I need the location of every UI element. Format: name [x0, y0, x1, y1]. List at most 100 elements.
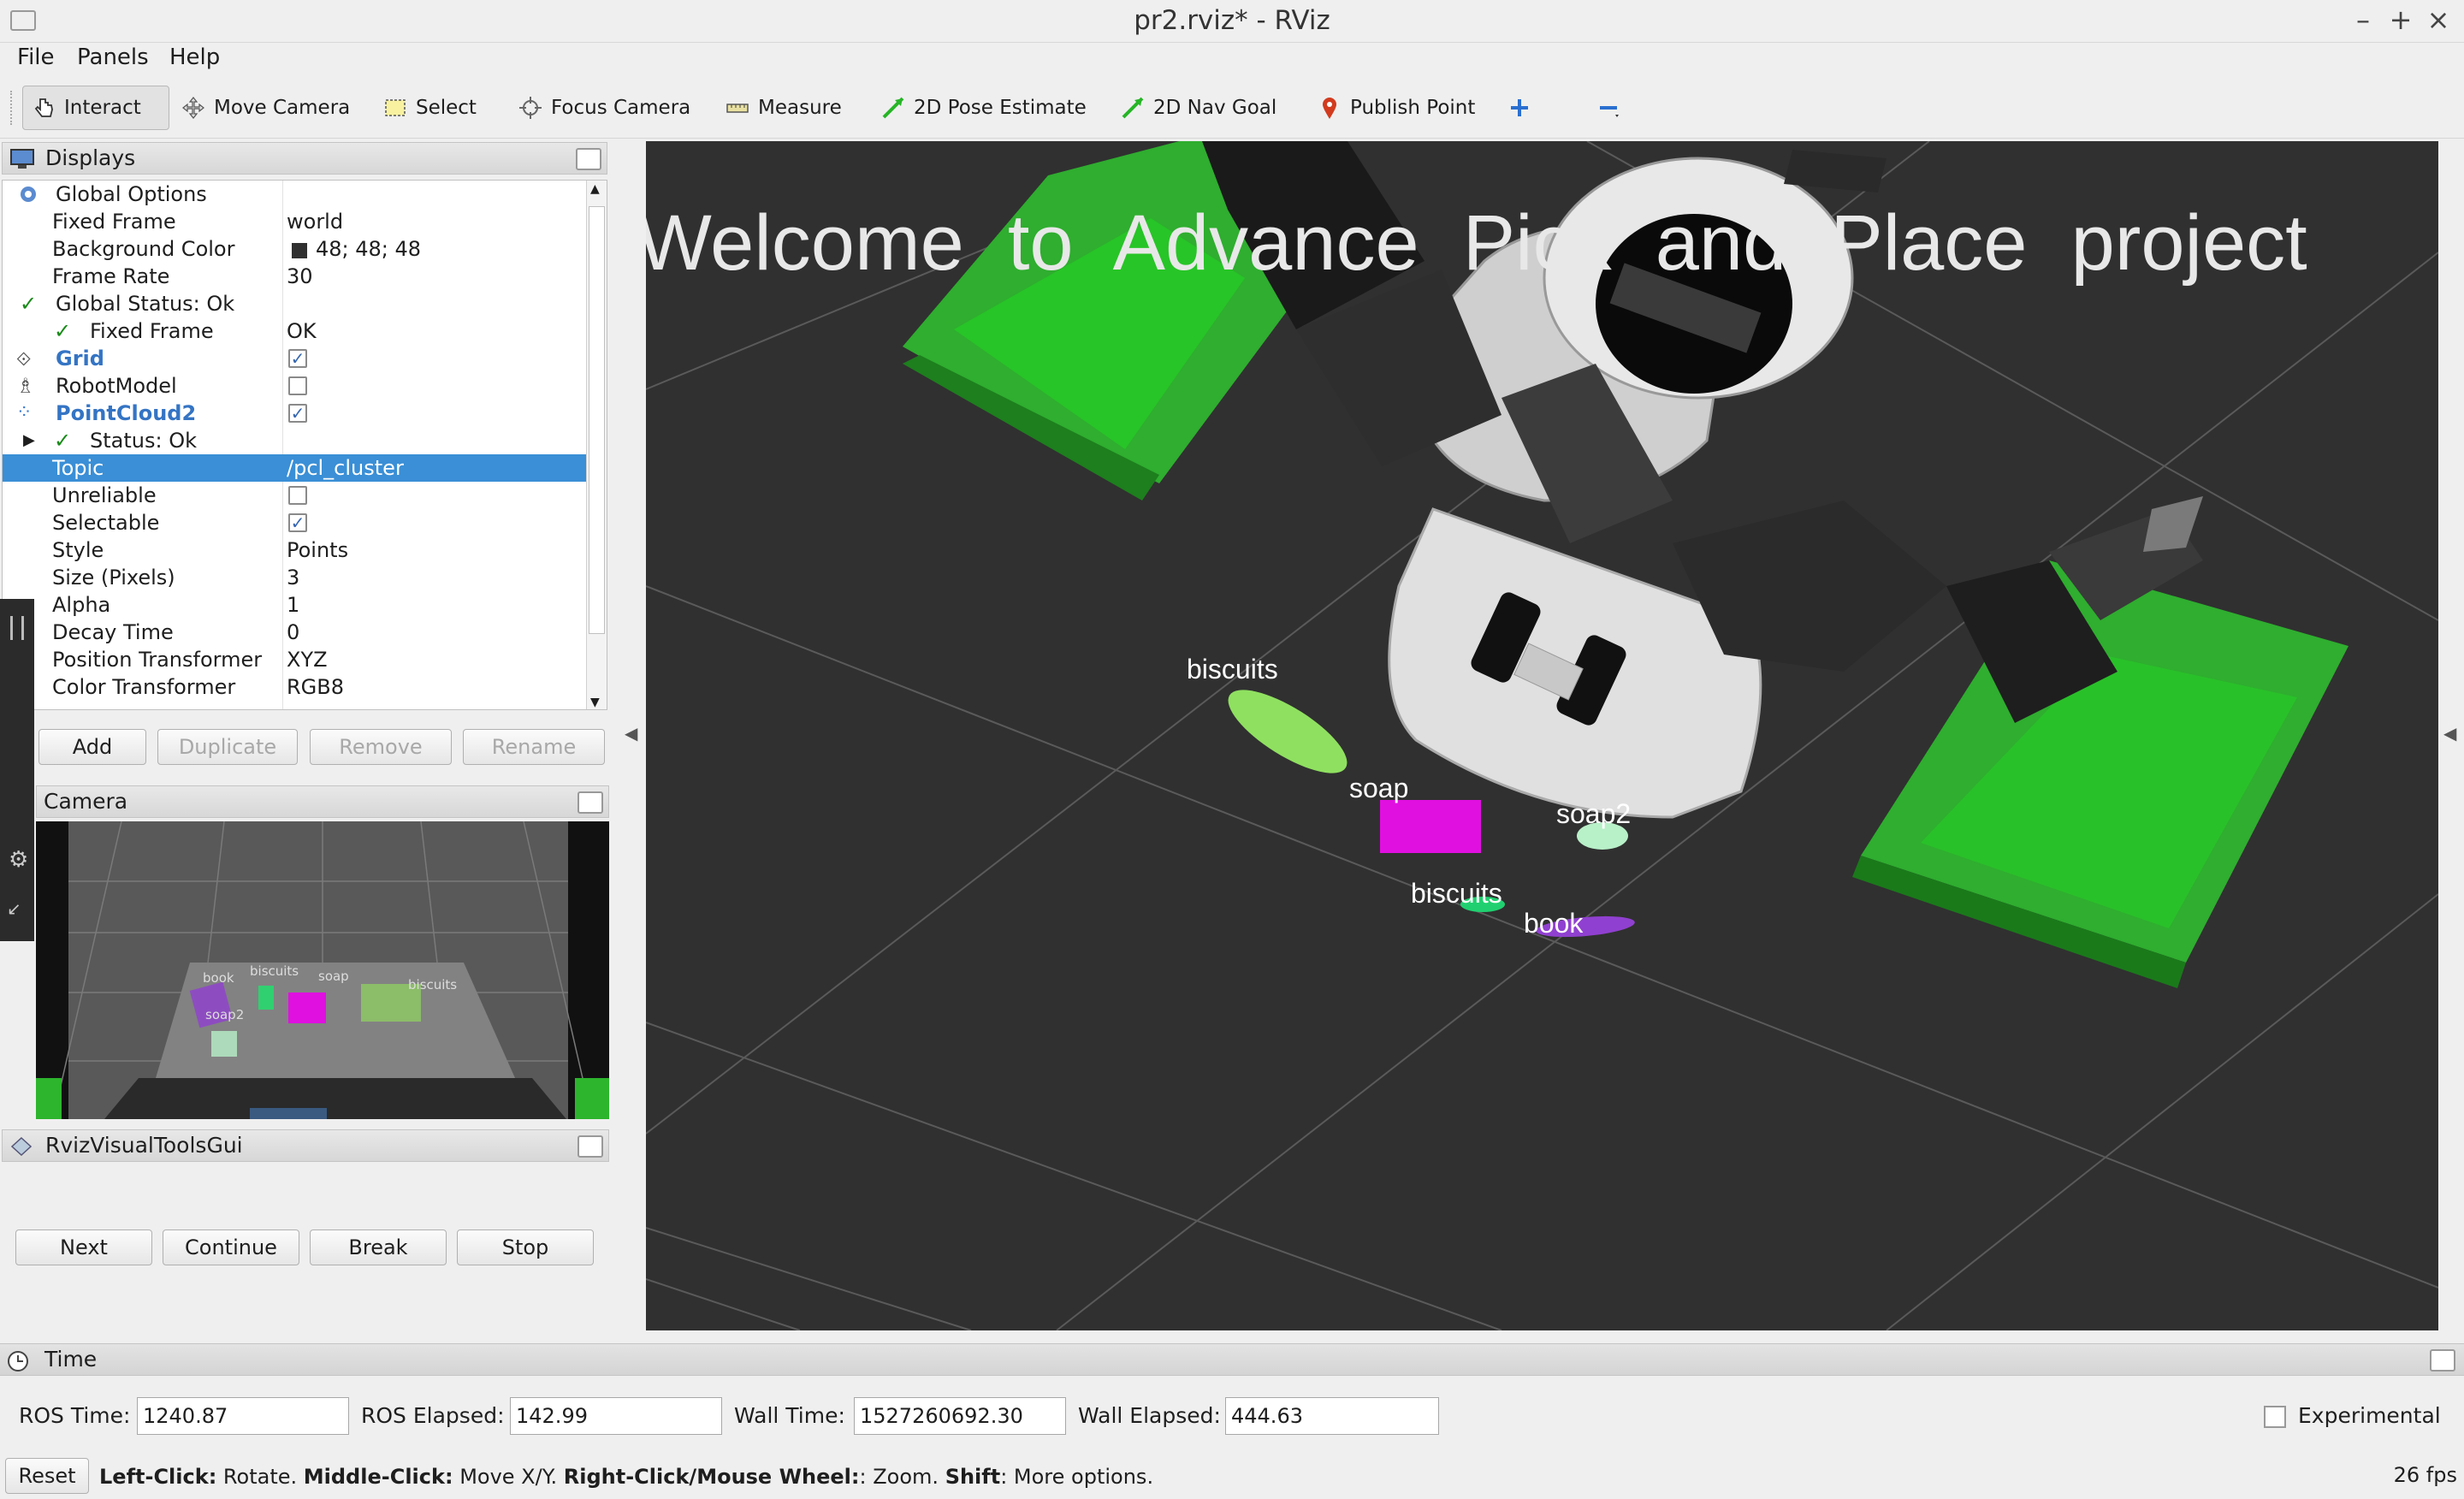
tree-row-color-transformer[interactable]: Color Transformer RGB8 — [3, 673, 586, 701]
row-value: 0 — [287, 620, 300, 644]
robotmodel-enabled-checkbox[interactable] — [288, 376, 307, 395]
tree-row-fixed-frame-status[interactable]: ✓ Fixed Frame OK — [3, 317, 586, 345]
grid-enabled-checkbox[interactable]: ✓ — [288, 349, 307, 368]
minimize-icon[interactable]: – — [2346, 3, 2380, 36]
row-key: Grid — [56, 347, 104, 370]
scrollbar-thumb[interactable] — [589, 206, 605, 634]
remove-display-button[interactable]: Remove — [310, 729, 452, 765]
rename-display-button[interactable]: Rename — [463, 729, 605, 765]
strip-handle-icon[interactable] — [10, 616, 24, 640]
ros-time-field[interactable]: 1240.87 — [137, 1397, 349, 1435]
tree-row-unreliable[interactable]: Unreliable — [3, 482, 586, 509]
tree-row-fixed-frame[interactable]: Fixed Frame world — [3, 208, 586, 235]
checkmark-icon: ✓ — [20, 292, 38, 316]
displays-panel-float-button[interactable] — [576, 148, 601, 170]
publish-point-label: Publish Point — [1350, 97, 1476, 119]
welcome-banner: Welcome to Advance Pick and Place projec… — [646, 199, 2307, 287]
tree-row-decay-time[interactable]: Decay Time 0 — [3, 619, 586, 646]
collapse-left-arrow-icon[interactable]: ◀ — [625, 723, 637, 744]
tree-row-global-options[interactable]: Global Options — [3, 181, 586, 208]
2d-nav-goal-tool-button[interactable]: 2D Nav Goal — [1112, 86, 1285, 130]
ros-time-label: ROS Time: — [19, 1403, 131, 1428]
reset-button[interactable]: Reset — [5, 1458, 89, 1494]
close-icon[interactable]: × — [2421, 3, 2455, 36]
select-tool-button[interactable]: Select — [375, 86, 485, 130]
menu-panels[interactable]: Panels — [77, 44, 149, 70]
row-key: Alpha — [52, 593, 111, 617]
experimental-checkbox[interactable] — [2264, 1406, 2286, 1428]
measure-tool-button[interactable]: Measure — [717, 86, 850, 130]
camera-panel-header: Camera — [36, 785, 609, 818]
ros-elapsed-field[interactable]: 142.99 — [510, 1397, 722, 1435]
camera-preview[interactable]: book biscuits soap biscuits soap2 — [36, 821, 609, 1119]
hint-left-click: Left-Click: — [99, 1465, 217, 1489]
interact-tool-button[interactable]: Interact — [22, 86, 169, 130]
toolbar: Interact Move Camera Select Focus Camera… — [0, 79, 2464, 139]
stop-button[interactable]: Stop — [457, 1229, 594, 1265]
tree-row-pointcloud2[interactable]: ⁘ PointCloud2 ✓ — [3, 400, 586, 427]
displays-scrollbar[interactable]: ▲ ▼ — [586, 181, 607, 709]
tree-row-background-color[interactable]: Background Color 48; 48; 48 — [3, 235, 586, 263]
camera-panel-float-button[interactable] — [578, 791, 603, 814]
menu-help[interactable]: Help — [169, 44, 220, 70]
fps-counter: 26 fps — [2393, 1463, 2457, 1487]
tree-row-topic[interactable]: Topic /pcl_cluster — [3, 454, 586, 482]
move-camera-tool-button[interactable]: Move Camera — [173, 86, 358, 130]
row-value: RGB8 — [287, 675, 345, 699]
tree-row-position-transformer[interactable]: Position Transformer XYZ — [3, 646, 586, 673]
settings-gear-icon[interactable]: ⚙ — [9, 847, 28, 873]
tree-row-robotmodel[interactable]: ♗ RobotModel — [3, 372, 586, 400]
add-display-button[interactable]: Add — [38, 729, 146, 765]
camera-label-soap: soap — [318, 969, 349, 984]
menu-bar: File Panels Help — [0, 43, 2464, 79]
break-button[interactable]: Break — [310, 1229, 447, 1265]
ros-elapsed-label: ROS Elapsed: — [361, 1403, 505, 1428]
row-value: 30 — [287, 264, 313, 288]
map-pin-icon — [1323, 98, 1336, 119]
wall-elapsed-field[interactable]: 444.63 — [1225, 1397, 1439, 1435]
pointcloud2-enabled-checkbox[interactable]: ✓ — [288, 404, 307, 423]
minus-icon — [1600, 106, 1619, 117]
next-button[interactable]: Next — [15, 1229, 152, 1265]
wall-elapsed-label: Wall Elapsed: — [1078, 1403, 1221, 1428]
focus-camera-tool-button[interactable]: Focus Camera — [510, 86, 699, 130]
left-dock-strip: ⚙ ↙ — [0, 599, 34, 941]
pointcloud-icon: ⁘ — [16, 402, 33, 424]
collapse-right-arrow-icon[interactable]: ◀ — [2443, 723, 2456, 744]
tree-row-style[interactable]: Style Points — [3, 536, 586, 564]
tree-row-selectable[interactable]: Selectable ✓ — [3, 509, 586, 536]
scroll-up-icon[interactable]: ▲ — [590, 182, 600, 196]
tree-row-pointcloud-status[interactable]: ▶ ✓ Status: Ok — [3, 427, 586, 454]
resize-arrow-icon[interactable]: ↙ — [7, 898, 21, 919]
experimental-label: Experimental — [2298, 1403, 2441, 1428]
menu-file[interactable]: File — [17, 44, 55, 70]
row-key: Fixed Frame — [52, 210, 176, 234]
wall-time-field[interactable]: 1527260692.30 — [854, 1397, 1066, 1435]
remove-tool-button[interactable] — [1588, 86, 1629, 130]
row-value[interactable]: /pcl_cluster — [287, 454, 404, 482]
add-tool-button[interactable] — [1499, 86, 1540, 130]
expand-arrow-icon[interactable]: ▶ — [23, 427, 35, 454]
duplicate-display-button[interactable]: Duplicate — [157, 729, 298, 765]
publish-point-tool-button[interactable]: Publish Point — [1309, 86, 1484, 130]
hint-shift: Shift — [945, 1465, 1001, 1489]
select-box-icon — [385, 99, 406, 116]
visual-tools-float-button[interactable] — [578, 1135, 603, 1158]
2d-pose-estimate-tool-button[interactable]: 2D Pose Estimate — [873, 86, 1095, 130]
scroll-down-icon[interactable]: ▼ — [590, 696, 600, 709]
tree-row-frame-rate[interactable]: Frame Rate 30 — [3, 263, 586, 290]
3d-render-view[interactable]: biscuits soap soap2 biscuits book Welcom… — [646, 141, 2438, 1330]
camera-label-soap2: soap2 — [205, 1007, 244, 1022]
tree-row-grid[interactable]: ⟐ Grid ✓ — [3, 345, 586, 372]
tree-row-alpha[interactable]: Alpha 1 — [3, 591, 586, 619]
2d-pose-estimate-label: 2D Pose Estimate — [914, 97, 1087, 119]
tree-row-size[interactable]: Size (Pixels) 3 — [3, 564, 586, 591]
time-panel-float-button[interactable] — [2430, 1349, 2455, 1372]
row-key: Selectable — [52, 511, 160, 535]
maximize-icon[interactable]: + — [2384, 3, 2418, 36]
selectable-checkbox[interactable]: ✓ — [288, 513, 307, 532]
continue-button[interactable]: Continue — [163, 1229, 299, 1265]
wall-time-label: Wall Time: — [734, 1403, 845, 1428]
unreliable-checkbox[interactable] — [288, 486, 307, 505]
tree-row-global-status[interactable]: ✓ Global Status: Ok — [3, 290, 586, 317]
